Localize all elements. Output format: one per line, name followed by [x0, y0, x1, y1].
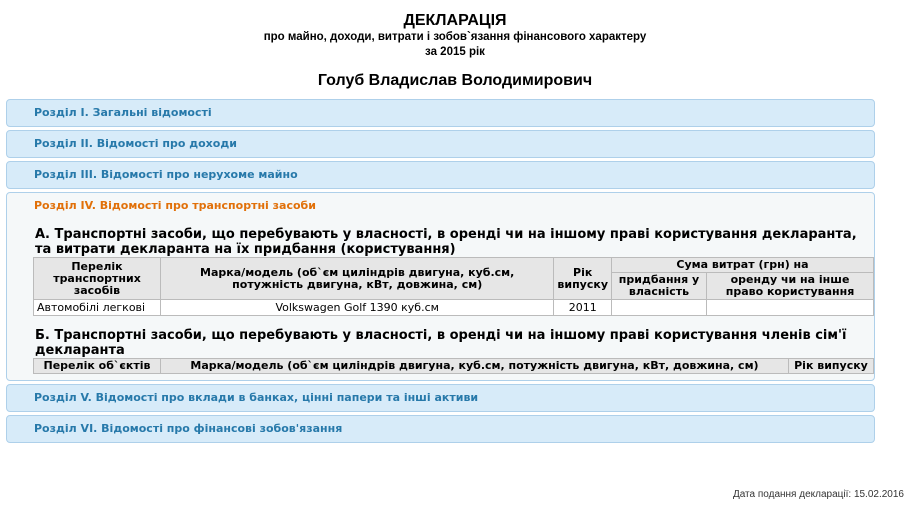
section-6-header[interactable]: Розділ VI. Відомості про фінансові зобов…	[7, 416, 874, 442]
section-3: Розділ ІІІ. Відомості про нерухоме майно	[6, 161, 875, 189]
section-1: Розділ І. Загальні відомості	[6, 99, 875, 127]
document-header: ДЕКЛАРАЦІЯ про майно, доходи, витрати і …	[0, 0, 910, 90]
section-4-content: А. Транспортні засоби, що перебувають у …	[7, 219, 874, 380]
section-6: Розділ VI. Відомості про фінансові зобов…	[6, 415, 875, 443]
col-purchase: придбання у власність	[611, 272, 707, 300]
section-2: Розділ ІІ. Відомості про доходи	[6, 130, 875, 158]
section-2-header[interactable]: Розділ ІІ. Відомості про доходи	[7, 131, 874, 157]
section-3-header[interactable]: Розділ ІІІ. Відомості про нерухоме майно	[7, 162, 874, 188]
cell-vehicle-type: Автомобілі легкові	[33, 299, 161, 316]
submission-date: Дата подання декларації: 15.02.2016	[732, 489, 904, 500]
col-rent: оренду чи на інше право користування	[706, 272, 874, 300]
vehicles-a-heading: А. Транспортні засоби, що перебувають у …	[35, 227, 857, 257]
col-objects-list: Перелік об`єктів	[33, 358, 161, 374]
table-row: Автомобілі легкові Volkswagen Golf 1390 …	[33, 299, 874, 316]
cell-model: Volkswagen Golf 1390 куб.см	[159, 299, 555, 316]
vehicles-b-table: Перелік об`єктів Марка/модель (об`єм цил…	[33, 358, 874, 374]
cell-year: 2011	[553, 299, 612, 316]
col-sum: Сума витрат (грн) на	[611, 257, 874, 273]
cell-rent	[706, 299, 874, 316]
col-vehicle-list: Перелік транспортних засобів	[33, 257, 161, 300]
col-model-b: Марка/модель (об`єм циліндрів двигуна, к…	[160, 358, 789, 374]
sections-accordion: Розділ І. Загальні відомості Розділ ІІ. …	[6, 99, 875, 446]
section-1-header[interactable]: Розділ І. Загальні відомості	[7, 100, 874, 126]
section-5: Розділ V. Відомості про вклади в банках,…	[6, 384, 875, 412]
vehicles-a-table: Перелік транспортних засобів Марка/модел…	[33, 257, 874, 316]
col-year-b: Рік випуску	[788, 358, 874, 374]
cell-purchase	[611, 299, 707, 316]
section-5-header[interactable]: Розділ V. Відомості про вклади в банках,…	[7, 385, 874, 411]
document-title: ДЕКЛАРАЦІЯ	[403, 12, 507, 29]
col-year: Рік випуску	[553, 257, 612, 300]
document-subtitle: про майно, доходи, витрати і зобов`язанн…	[263, 31, 647, 43]
col-model: Марка/модель (об`єм циліндрів двигуна, к…	[159, 257, 555, 300]
declarant-name: Голуб Владислав Володимирович	[317, 72, 593, 89]
section-4: Розділ IV. Відомості про транспортні зас…	[6, 192, 875, 381]
document-year: за 2015 рік	[425, 46, 485, 58]
section-4-header[interactable]: Розділ IV. Відомості про транспортні зас…	[7, 193, 874, 219]
vehicles-b-heading: Б. Транспортні засоби, що перебувають у …	[35, 328, 847, 358]
